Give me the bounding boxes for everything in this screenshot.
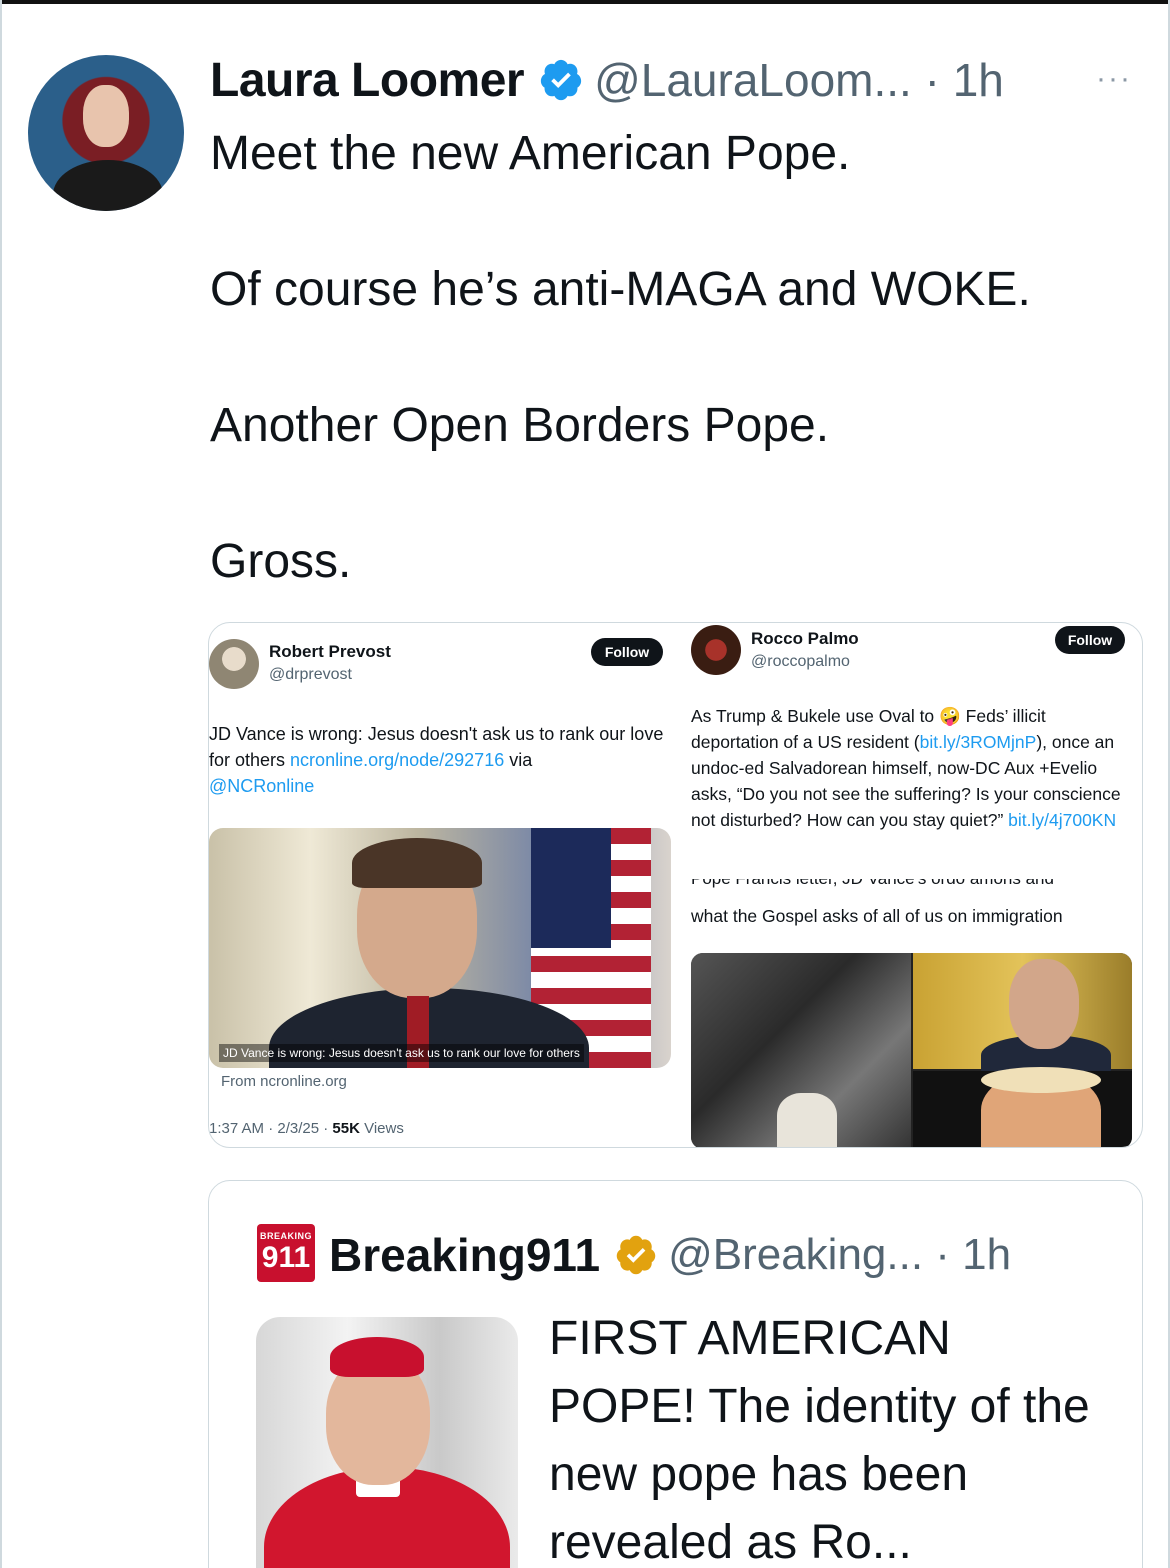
logo-top-text: BREAKING bbox=[259, 1231, 312, 1241]
avatar-face bbox=[83, 85, 129, 147]
pope-figure bbox=[777, 1093, 837, 1147]
vance-head-small bbox=[1009, 959, 1079, 1049]
prevost-mention: @NCRonline bbox=[209, 776, 315, 796]
prevost-views-count: 55K bbox=[332, 1120, 360, 1137]
prevost-text-via: via bbox=[504, 750, 533, 770]
prevost-link: ncronline.org/node/292716 bbox=[290, 750, 505, 770]
prevost-timestamp: 1:37 AM · 2/3/25 · 55K Views bbox=[209, 1120, 404, 1137]
media-right-screenshot: Rocco Palmo @roccopalmo Follow As Trump … bbox=[681, 623, 1142, 1147]
palmo-cut-line-clip: Pope Francis letter, JD Vance's ordo amo… bbox=[691, 879, 1136, 889]
author-handle-time[interactable]: @LauraLoom... · 1h bbox=[594, 53, 1004, 107]
media-left-screenshot: Robert Prevost @drprevost Follow JD Vanc… bbox=[209, 623, 681, 1147]
tweet-header: Laura Loomer @LauraLoom... · 1h bbox=[210, 52, 1004, 108]
breaking911-logo: BREAKING 911 bbox=[257, 1224, 315, 1282]
prevost-handle: @drprevost bbox=[269, 666, 352, 683]
frame-border-left bbox=[0, 0, 2, 1568]
quoted-tweet-header: Breaking911 @Breaking... · 1h bbox=[329, 1225, 1011, 1285]
palmo-subtext: what the Gospel asks of all of us on imm… bbox=[691, 906, 1063, 926]
prevost-time: 1:37 AM · 2/3/25 · bbox=[209, 1120, 333, 1137]
palmo-link-1: bit.ly/3ROMjnP bbox=[919, 732, 1037, 752]
cardinal-zucchetto bbox=[330, 1337, 424, 1377]
quoted-handle-time[interactable]: @Breaking... · 1h bbox=[668, 1230, 1011, 1280]
author-name[interactable]: Laura Loomer bbox=[210, 53, 525, 108]
tweet-body-text: Meet the new American Pope. Of course he… bbox=[210, 127, 1031, 588]
flag-union bbox=[531, 828, 611, 948]
prevost-views-label: Views bbox=[359, 1120, 404, 1137]
tweet-media[interactable]: Robert Prevost @drprevost Follow JD Vanc… bbox=[208, 622, 1143, 1148]
palmo-name: Rocco Palmo bbox=[751, 629, 859, 648]
prevost-name: Robert Prevost bbox=[269, 642, 391, 661]
more-options-icon[interactable]: ··· bbox=[1096, 62, 1132, 96]
top-edge-bar bbox=[0, 0, 1170, 4]
prevost-post-text: JD Vance is wrong: Jesus doesn't ask us … bbox=[209, 721, 675, 799]
palmo-link-2: bit.ly/4j700KN bbox=[1008, 810, 1117, 830]
vance-hair bbox=[352, 838, 482, 888]
gold-verified-badge-icon bbox=[616, 1235, 656, 1275]
quoted-tweet-text: FIRST AMERICAN POPE! The identity of the… bbox=[549, 1312, 1090, 1568]
palmo-post-text: As Trump & Bukele use Oval to 🤪 Feds’ il… bbox=[691, 703, 1136, 833]
palmo-cut-line: Pope Francis letter, JD Vance's ordo amo… bbox=[691, 879, 1136, 889]
prevost-avatar bbox=[209, 639, 259, 689]
vance-photo: JD Vance is wrong: Jesus doesn't ask us … bbox=[209, 828, 671, 1068]
quoted-tweet-photo[interactable] bbox=[256, 1317, 518, 1568]
palmo-image-collage bbox=[691, 953, 1132, 1147]
palmo-follow-button: Follow bbox=[1055, 626, 1125, 654]
palmo-avatar bbox=[691, 625, 741, 675]
verified-badge-icon bbox=[540, 59, 582, 101]
link-card-caption: JD Vance is wrong: Jesus doesn't ask us … bbox=[219, 1044, 584, 1062]
quoted-author-name[interactable]: Breaking911 bbox=[329, 1228, 600, 1282]
link-card-source: From ncronline.org bbox=[221, 1073, 347, 1090]
avatar-body bbox=[53, 160, 163, 211]
trump-hair bbox=[981, 1067, 1101, 1093]
prevost-follow-button: Follow bbox=[591, 638, 663, 666]
author-avatar[interactable] bbox=[28, 55, 184, 211]
quoted-tweet[interactable]: BREAKING 911 Breaking911 @Breaking... · … bbox=[208, 1180, 1143, 1568]
palmo-handle: @roccopalmo bbox=[751, 653, 850, 670]
logo-number: 911 bbox=[261, 1241, 311, 1274]
